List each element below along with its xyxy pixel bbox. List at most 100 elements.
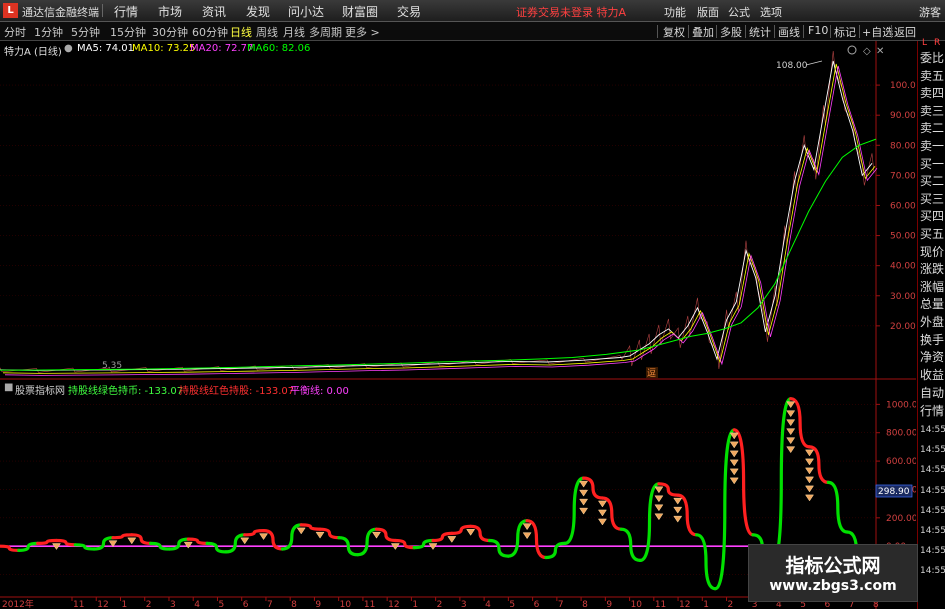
quote-field-label[interactable]: 卖三 (920, 102, 944, 119)
x-tick-label: 2 (728, 600, 734, 609)
signal-triangle (579, 480, 589, 488)
quote-field-label[interactable]: 买二 (920, 172, 944, 189)
x-tick-label: 1 (121, 600, 127, 609)
quote-field-label[interactable]: 买一 (920, 155, 944, 172)
tab-weekly[interactable]: 周线 (256, 24, 278, 40)
menu-discover[interactable]: 发现 (246, 3, 270, 20)
quote-field-label[interactable]: 卖一 (920, 137, 944, 154)
sub-tick-label: 1000.00 (886, 400, 916, 410)
quote-field-label[interactable]: 14:55 (920, 465, 945, 475)
candle-range-line (0, 50, 875, 373)
tab-intraday[interactable]: 分时 (4, 24, 26, 40)
x-tick-label: 4 (194, 600, 200, 609)
chart-svg[interactable]: 20.00 30.00 40.00 50.00 60.00 70.00 80.00 90.00… (0, 41, 923, 609)
gear-icon[interactable] (847, 45, 857, 55)
quote-field-label[interactable]: 收益 (920, 366, 944, 383)
tab-daily[interactable]: 日线 (230, 24, 252, 40)
multi-stock-button[interactable]: 多股 (720, 24, 742, 40)
quote-field-label[interactable]: 卖四 (920, 84, 944, 101)
quote-field-label[interactable]: 卖二 (920, 119, 944, 136)
toolbar-divider (716, 25, 717, 38)
menu-layout[interactable]: 版面 (697, 4, 719, 20)
signal-triangle (805, 476, 814, 484)
tab-5min[interactable]: 5分钟 (71, 24, 100, 40)
quote-field-label[interactable]: 14:55 (920, 425, 945, 435)
quote-field-label[interactable]: 净资 (920, 348, 944, 365)
quote-field-label[interactable]: 委比 (920, 49, 944, 66)
quote-field-label[interactable]: 14:55 (920, 546, 945, 556)
signal-triangle (240, 537, 250, 545)
main-panel-series (0, 50, 878, 376)
tab-15min[interactable]: 15分钟 (110, 24, 146, 40)
quote-field-label[interactable]: 14:55 (920, 506, 945, 516)
collapse-icon[interactable]: ◇ (863, 46, 871, 57)
watermark-title: 指标公式网 (785, 555, 881, 577)
toolbar-divider (688, 25, 689, 38)
hold-line-segment (638, 482, 661, 562)
quote-field-label[interactable]: 14:55 (920, 526, 945, 536)
hold-line-segment (713, 428, 736, 591)
draw-line-button[interactable]: 画线 (778, 24, 800, 40)
quote-field-label[interactable]: 14:55 (920, 566, 945, 576)
quote-field-label[interactable]: 卖五 (920, 67, 944, 84)
add-watchlist-button[interactable]: +自选 (862, 24, 893, 40)
signal-triangle (729, 459, 739, 467)
x-tick-label: 11 (655, 600, 666, 609)
menu-market[interactable]: 市场 (158, 3, 182, 20)
menu-ask-xiaoda[interactable]: 问小达 (288, 3, 324, 20)
tab-30min[interactable]: 30分钟 (152, 24, 188, 40)
menu-news[interactable]: 资讯 (202, 3, 226, 20)
quote-field-label[interactable]: 涨幅 (920, 278, 944, 295)
quote-field-label[interactable]: 买四 (920, 207, 944, 224)
quote-field-label[interactable]: 换手 (920, 331, 944, 348)
tab-1min[interactable]: 1分钟 (34, 24, 63, 40)
overlay-button[interactable]: 叠加 (692, 24, 714, 40)
menu-market-quotes[interactable]: 行情 (114, 3, 138, 20)
quote-field-label[interactable]: 外盘 (920, 313, 944, 330)
restore-rights-button[interactable]: 复权 (663, 24, 685, 40)
main-panel-grid (0, 41, 877, 609)
menu-function[interactable]: 功能 (664, 4, 686, 20)
tab-multi-period[interactable]: 多周期 (309, 24, 342, 40)
quote-field-label[interactable]: 总量 (920, 295, 944, 312)
menu-wealth-circle[interactable]: 财富圈 (342, 3, 378, 20)
quote-field-label[interactable]: 买五 (920, 225, 944, 242)
login-notice[interactable]: 证券交易未登录 特力A (516, 4, 626, 20)
statistics-button[interactable]: 统计 (749, 24, 771, 40)
sub-tick-label: 800.00 (886, 429, 916, 439)
tab-60min[interactable]: 60分钟 (192, 24, 228, 40)
menu-formula[interactable]: 公式 (728, 4, 750, 20)
quote-field-label[interactable]: 现价 (920, 243, 944, 260)
tab-monthly[interactable]: 月线 (283, 24, 305, 40)
close-icon[interactable]: ✕ (876, 46, 884, 57)
quote-field-label[interactable]: 涨跌 (920, 260, 944, 277)
tab-more[interactable]: 更多 > (345, 24, 380, 40)
signal-triangle (786, 428, 796, 436)
quote-field-label[interactable]: 14:55 (920, 445, 945, 455)
quote-field-label[interactable]: 行情 (920, 402, 944, 419)
corner-l[interactable]: L (922, 38, 927, 48)
hold-line-segment (111, 533, 134, 540)
x-tick-label: 3 (461, 600, 467, 609)
signal-triangle (654, 513, 664, 521)
mark-button[interactable]: 标记 (834, 24, 856, 40)
signal-triangle (259, 533, 269, 541)
guest-label[interactable]: 游客 (919, 4, 941, 20)
f10-button[interactable]: F10 (808, 24, 828, 37)
back-button[interactable]: 返回 (894, 24, 916, 40)
chart-area[interactable]: 20.00 30.00 40.00 50.00 60.00 70.00 80.00 90.00… (0, 41, 923, 609)
signal-triangle (466, 529, 476, 536)
x-tick-label: 6 (243, 600, 249, 609)
hold-line-segment (36, 538, 59, 545)
menu-options[interactable]: 选项 (760, 4, 782, 20)
toolbar-divider (803, 25, 804, 38)
corner-r[interactable]: R (934, 38, 940, 48)
hold-line-segment (487, 538, 510, 558)
quote-field-label[interactable]: 买三 (920, 190, 944, 207)
x-tick-label: 5 (509, 600, 515, 609)
main-panel-y-axis: 20.00 30.00 40.00 50.00 60.00 70.00 80.00 90.00… (876, 81, 922, 332)
menu-trade[interactable]: 交易 (397, 3, 421, 20)
signal-triangle (597, 500, 607, 508)
quote-field-label[interactable]: 自动 (920, 384, 944, 401)
quote-field-label[interactable]: 14:55 (920, 486, 945, 496)
